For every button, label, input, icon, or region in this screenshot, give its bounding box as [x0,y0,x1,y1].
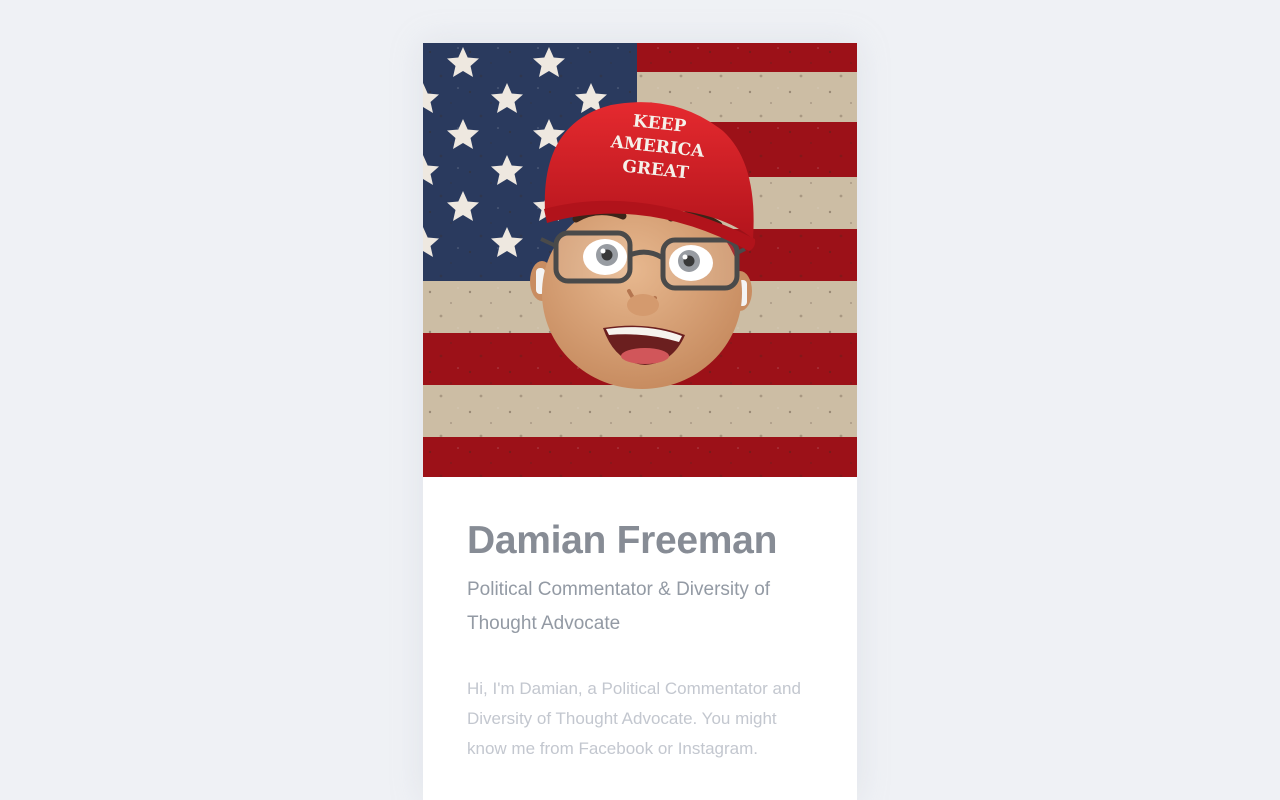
profile-name: Damian Freeman [467,519,778,562]
profile-content: Damian Freeman Political Commentator & D… [467,519,817,764]
profile-bio: Hi, I'm Damian, a Political Commentator … [467,678,801,758]
profile-title: Political Commentator & Diversity of Tho… [467,578,771,634]
flag-memoji-illustration: KEEP AMERICA GREAT [423,43,857,477]
profile-hero-image: KEEP AMERICA GREAT [423,43,857,477]
profile-card: KEEP AMERICA GREAT Damian Freeman Politi… [423,43,857,800]
